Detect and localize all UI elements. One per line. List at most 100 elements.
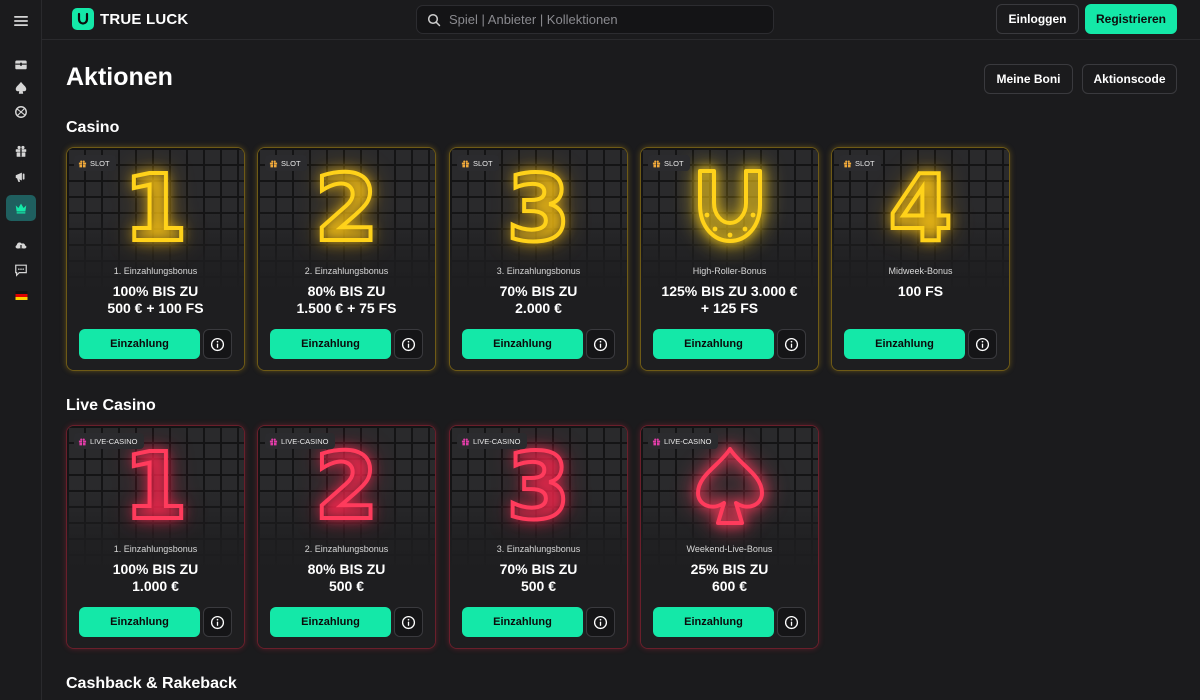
- spade-neon-icon: [695, 447, 764, 525]
- category-badge: SLOT: [839, 155, 881, 171]
- promo-offer-line: 500 €: [520, 578, 557, 594]
- promo-card[interactable]: 4 SLOT Midweek-Bonus 100 FS Einzahlung: [831, 147, 1010, 371]
- promo-card[interactable]: 1 LIVE-CASINO 1. Einzahlungsbonus 100% B…: [66, 425, 245, 649]
- horseshoe-logo-icon: [72, 8, 94, 30]
- sports-ball-icon[interactable]: [6, 99, 36, 125]
- neon-glyph: 3: [450, 431, 627, 542]
- promo-offer-line: 80% BIS ZU: [307, 283, 386, 299]
- top-header: TRUE LUCK Spiel | Anbieter | Kollektione…: [42, 0, 1200, 40]
- deposit-button[interactable]: Einzahlung: [270, 329, 391, 359]
- promo-card[interactable]: 3 LIVE-CASINO 3. Einzahlungsbonus 70% BI…: [449, 425, 628, 649]
- info-icon: [210, 615, 225, 629]
- deposit-button[interactable]: Einzahlung: [462, 607, 583, 637]
- gift-icon: [843, 159, 852, 168]
- gift-icon[interactable]: [6, 138, 36, 164]
- gift-icon: [78, 437, 87, 446]
- crown-icon[interactable]: [6, 195, 36, 221]
- german-flag-icon[interactable]: [6, 282, 36, 308]
- category-badge: SLOT: [457, 155, 499, 171]
- neon-number: 4: [886, 153, 954, 264]
- neon-number: 2: [312, 153, 380, 264]
- category-badge-label: SLOT: [90, 158, 110, 168]
- deposit-button[interactable]: Einzahlung: [844, 329, 965, 359]
- category-badge-label: SLOT: [281, 158, 301, 168]
- megaphone-icon[interactable]: [6, 164, 36, 190]
- promo-label: High-Roller-Bonus: [692, 266, 767, 276]
- promo-card[interactable]: 2 SLOT 2. Einzahlungsbonus 80% BIS ZU 1.…: [257, 147, 436, 371]
- promo-offer-line: 25% BIS ZU: [690, 561, 769, 577]
- info-button[interactable]: [968, 329, 997, 359]
- promo-label: 2. Einzahlungsbonus: [304, 544, 389, 554]
- neon-glyph: 2: [258, 153, 435, 264]
- cloud-download-icon[interactable]: [6, 232, 36, 258]
- promo-offer: 80% BIS ZU 1.500 € + 75 FS: [258, 283, 435, 317]
- neon-number: 3: [504, 153, 572, 264]
- neon-glyph: 1: [67, 153, 244, 264]
- promo-label: 1. Einzahlungsbonus: [113, 266, 198, 276]
- chat-icon[interactable]: [6, 257, 36, 283]
- promo-card[interactable]: 3 SLOT 3. Einzahlungsbonus 70% BIS ZU 2.…: [449, 147, 628, 371]
- category-badge-label: LIVE-CASINO: [664, 436, 712, 446]
- info-button[interactable]: [586, 607, 615, 637]
- info-icon: [401, 615, 416, 629]
- gift-icon: [461, 159, 470, 168]
- menu-icon[interactable]: [6, 8, 36, 34]
- info-button[interactable]: [777, 329, 806, 359]
- promo-label: Weekend-Live-Bonus: [686, 544, 773, 554]
- category-badge: SLOT: [648, 155, 690, 171]
- deposit-button[interactable]: Einzahlung: [79, 607, 200, 637]
- info-button[interactable]: [777, 607, 806, 637]
- promo-card[interactable]: LIVE-CASINO Weekend-Live-Bonus 25% BIS Z…: [640, 425, 819, 649]
- search-icon: [427, 13, 441, 26]
- info-button[interactable]: [586, 329, 615, 359]
- promo-card[interactable]: SLOT High-Roller-Bonus 125% BIS ZU 3.000…: [640, 147, 819, 371]
- register-button[interactable]: Registrieren: [1085, 4, 1177, 34]
- info-icon: [210, 337, 225, 351]
- promo-offer: 100% BIS ZU 500 € + 100 FS: [67, 283, 244, 317]
- info-button[interactable]: [394, 329, 423, 359]
- section-title-live-casino: Live Casino: [66, 397, 156, 414]
- promo-label: Midweek-Bonus: [888, 266, 953, 276]
- promo-label: 3. Einzahlungsbonus: [496, 544, 581, 554]
- search-input[interactable]: Spiel | Anbieter | Kollektionen: [449, 12, 618, 27]
- gift-icon: [78, 159, 87, 168]
- login-button[interactable]: Einloggen: [996, 4, 1079, 34]
- page-title: Aktionen: [66, 63, 173, 91]
- promo-card[interactable]: 1 SLOT 1. Einzahlungsbonus 100% BIS ZU 5…: [66, 147, 245, 371]
- promo-label: 2. Einzahlungsbonus: [304, 266, 389, 276]
- deposit-button[interactable]: Einzahlung: [270, 607, 391, 637]
- info-button[interactable]: [203, 329, 232, 359]
- promo-offer-line: 1.000 €: [132, 578, 179, 594]
- horseshoe-neon-icon: [697, 169, 762, 243]
- info-button[interactable]: [203, 607, 232, 637]
- gift-icon: [269, 159, 278, 168]
- promo-offer-line: 500 € + 100 FS: [107, 300, 204, 316]
- deposit-button[interactable]: Einzahlung: [462, 329, 583, 359]
- promo-offer-line: 80% BIS ZU: [307, 561, 386, 577]
- deposit-button[interactable]: Einzahlung: [653, 329, 774, 359]
- info-icon: [784, 615, 799, 629]
- info-button[interactable]: [394, 607, 423, 637]
- sidebar: [0, 0, 42, 700]
- promo-offer-line: 500 €: [328, 578, 365, 594]
- my-bonuses-button[interactable]: Meine Boni: [984, 64, 1073, 94]
- neon-number: 1: [121, 153, 189, 264]
- neon-glyph: 1: [67, 431, 244, 542]
- spade-icon[interactable]: [6, 75, 36, 101]
- brand-logo[interactable]: TRUE LUCK: [72, 8, 188, 30]
- category-badge: LIVE-CASINO: [265, 433, 335, 449]
- chest-icon[interactable]: [6, 51, 36, 77]
- promo-card[interactable]: 2 LIVE-CASINO 2. Einzahlungsbonus 80% BI…: [257, 425, 436, 649]
- deposit-button[interactable]: Einzahlung: [79, 329, 200, 359]
- search-bar[interactable]: Spiel | Anbieter | Kollektionen: [416, 5, 774, 34]
- category-badge-label: LIVE-CASINO: [90, 436, 138, 446]
- promo-offer-line: 1.500 € + 75 FS: [296, 300, 397, 316]
- deposit-button[interactable]: Einzahlung: [653, 607, 774, 637]
- neon-glyph: 2: [258, 431, 435, 542]
- promo-code-button[interactable]: Aktionscode: [1082, 64, 1177, 94]
- promo-label: 3. Einzahlungsbonus: [496, 266, 581, 276]
- neon-glyph: [641, 436, 818, 536]
- promo-offer: 80% BIS ZU 500 €: [258, 561, 435, 595]
- gift-icon: [461, 437, 470, 446]
- category-badge: LIVE-CASINO: [74, 433, 144, 449]
